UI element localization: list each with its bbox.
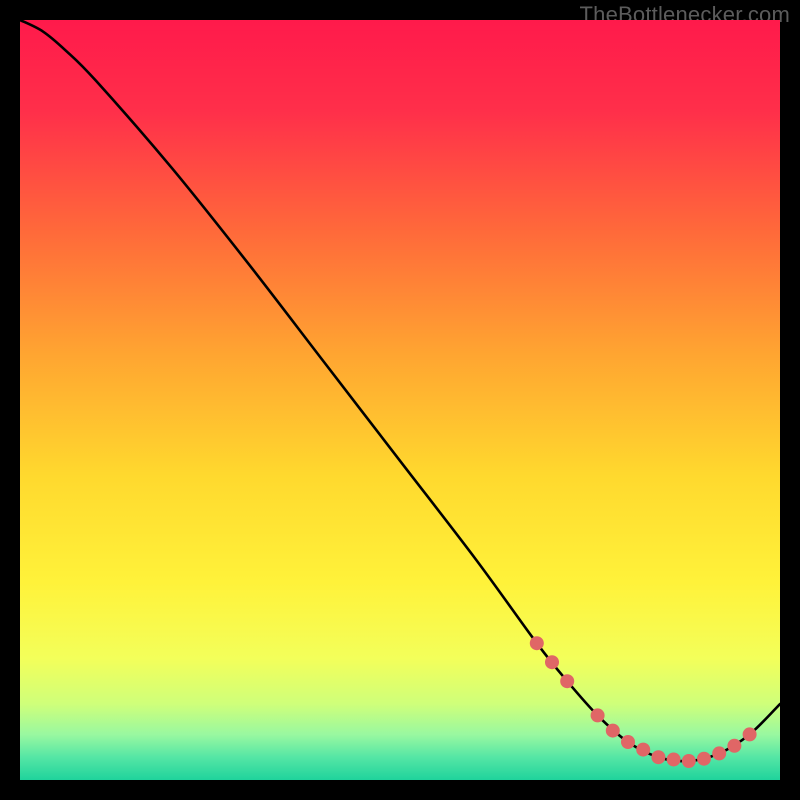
marker-dot <box>682 754 696 768</box>
marker-dot <box>651 750 665 764</box>
marker-dot <box>667 752 681 766</box>
bottleneck-chart <box>20 20 780 780</box>
gradient-background <box>20 20 780 780</box>
marker-dot <box>697 752 711 766</box>
marker-dot <box>606 724 620 738</box>
marker-dot <box>712 746 726 760</box>
marker-dot <box>743 727 757 741</box>
chart-stage: TheBottlenecker.com <box>0 0 800 800</box>
marker-dot <box>636 743 650 757</box>
marker-dot <box>560 674 574 688</box>
marker-dot <box>530 636 544 650</box>
marker-dot <box>727 739 741 753</box>
marker-dot <box>545 655 559 669</box>
marker-dot <box>591 708 605 722</box>
marker-dot <box>621 735 635 749</box>
